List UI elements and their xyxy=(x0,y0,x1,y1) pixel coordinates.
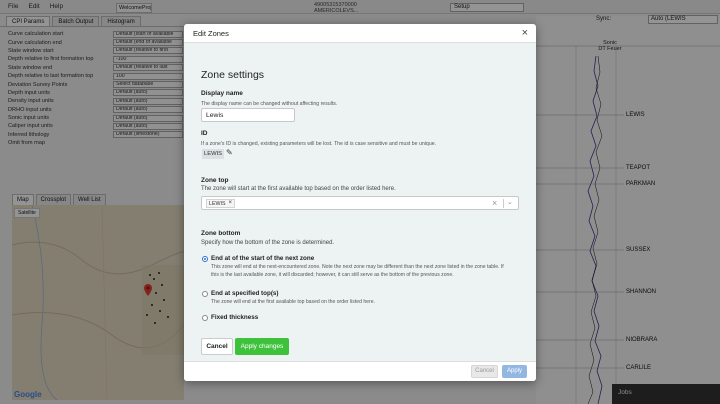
section-title: Zone settings xyxy=(201,69,265,81)
close-icon[interactable]: × xyxy=(522,28,528,39)
zone-top-label: Zone top xyxy=(201,177,229,184)
id-help: If a zone's ID is changed, existing para… xyxy=(201,141,437,147)
zone-top-select[interactable]: LEWIS × × ⌄ xyxy=(201,196,519,210)
dialog-header: Edit Zones × xyxy=(184,24,536,43)
display-name-input[interactable] xyxy=(201,108,295,122)
option-end-at-next-zone-help-2: this is the last available zone, it will… xyxy=(211,272,454,278)
option-end-at-next-zone-label[interactable]: End at of the start of the next zone xyxy=(211,255,314,262)
zone-top-tag-label: LEWIS xyxy=(209,201,226,207)
id-label: ID xyxy=(201,130,208,137)
display-name-help: The display name can be changed without … xyxy=(201,101,338,107)
footer-cancel-button[interactable]: Cancel xyxy=(471,365,498,378)
zone-top-tag: LEWIS × xyxy=(206,199,235,208)
select-divider xyxy=(503,199,504,208)
radio-end-at-specified-tops[interactable] xyxy=(202,291,208,297)
apply-changes-button[interactable]: Apply changes xyxy=(235,338,289,355)
option-fixed-thickness-label[interactable]: Fixed thickness xyxy=(211,314,258,321)
dialog-title: Edit Zones xyxy=(193,28,229,38)
zone-top-help: The zone will start at the first availab… xyxy=(201,186,396,192)
cancel-button[interactable]: Cancel xyxy=(201,338,233,355)
tag-remove-icon[interactable]: × xyxy=(228,200,232,206)
option-end-at-specified-tops-label[interactable]: End at specified top(s) xyxy=(211,290,279,297)
zone-bottom-help: Specify how the bottom of the zone is de… xyxy=(201,240,335,246)
dialog-footer: Cancel Apply xyxy=(184,361,536,381)
footer-apply-button[interactable]: Apply xyxy=(502,365,527,378)
option-end-at-next-zone-help-1: This zone will end at the next-encounter… xyxy=(211,264,504,270)
edit-zones-dialog: Edit Zones × Zone settings Display name … xyxy=(184,24,536,381)
clear-icon[interactable]: × xyxy=(492,198,497,208)
radio-end-at-next-zone[interactable] xyxy=(202,256,208,262)
pencil-icon[interactable]: ✎ xyxy=(226,148,233,157)
id-value: LEWIS xyxy=(202,149,225,159)
radio-fixed-thickness[interactable] xyxy=(202,315,208,321)
zone-bottom-label: Zone bottom xyxy=(201,230,241,237)
display-name-label: Display name xyxy=(201,90,243,97)
chevron-down-icon[interactable]: ⌄ xyxy=(507,198,513,206)
option-end-at-specified-tops-help: The zone will end at the first available… xyxy=(211,299,375,305)
